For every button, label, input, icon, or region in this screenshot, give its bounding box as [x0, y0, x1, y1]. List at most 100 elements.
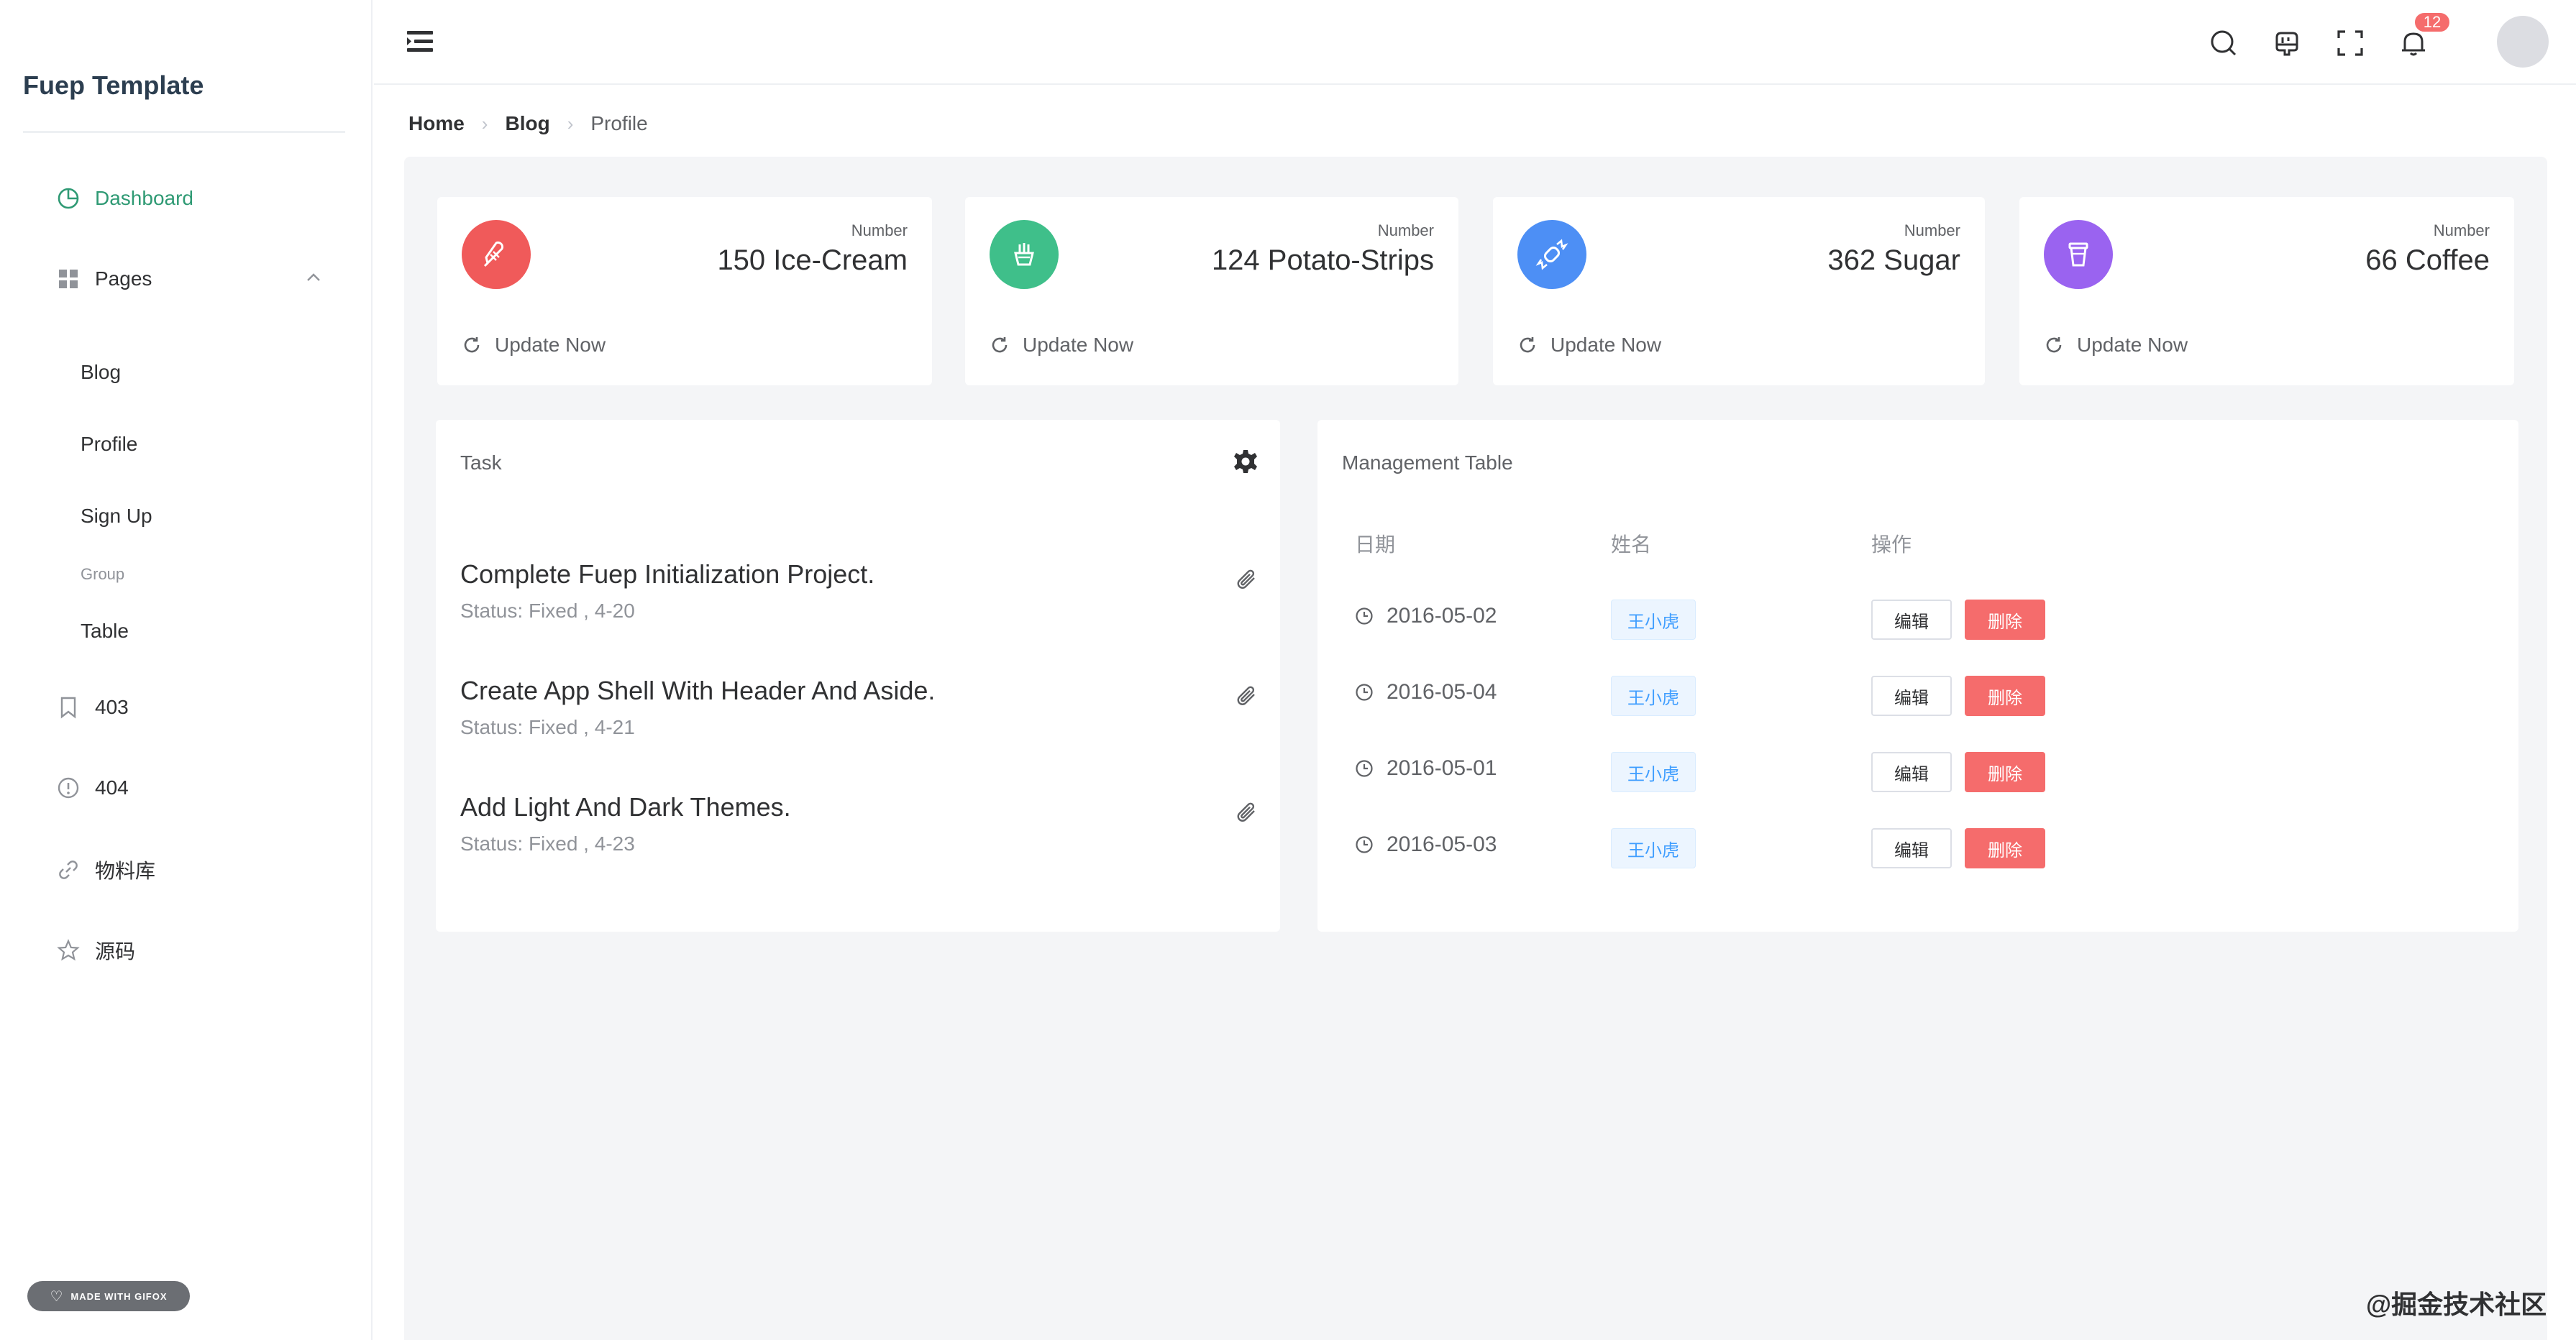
grid-icon — [56, 267, 81, 291]
edit-button[interactable]: 编辑 — [1871, 828, 1952, 868]
clock-icon — [1356, 607, 1373, 625]
avatar[interactable] — [2497, 16, 2549, 68]
table-card-title: Management Table — [1342, 451, 1513, 474]
table-row: 2016-05-02 王小虎 编辑 删除 — [1317, 585, 2518, 661]
sidebar-item-label: Pages — [95, 267, 152, 290]
sidebar-item-profile[interactable]: Profile — [81, 433, 137, 456]
sidebar-item-pages[interactable]: Pages — [56, 257, 152, 300]
gifox-label: MADE WITH GIFOX — [70, 1290, 168, 1302]
bookmark-icon — [56, 695, 81, 720]
name-tag: 王小虎 — [1611, 752, 1696, 792]
update-now-link[interactable]: Update Now — [1517, 334, 1661, 357]
refresh-icon — [464, 337, 480, 353]
date-value: 2016-05-01 — [1387, 756, 1497, 780]
refresh-icon — [1520, 337, 1535, 353]
chevron-right-icon: › — [481, 112, 488, 134]
sidebar-item-label: Dashboard — [95, 187, 193, 209]
stat-value: 362 Sugar — [1827, 244, 1960, 276]
update-now-label: Update Now — [495, 334, 606, 356]
stat-value: 66 Coffee — [2365, 244, 2490, 276]
breadcrumb: Home › Blog › Profile — [408, 112, 648, 135]
update-now-link[interactable]: Update Now — [2044, 334, 2188, 357]
link-icon — [56, 858, 81, 882]
update-now-label: Update Now — [1550, 334, 1662, 356]
edit-button[interactable]: 编辑 — [1871, 676, 1952, 716]
sidebar-item-dashboard[interactable]: Dashboard — [56, 177, 193, 220]
stat-card: Number 66 Coffee Update Now — [2019, 197, 2514, 385]
paperclip-icon[interactable] — [1234, 568, 1259, 596]
date-cell: 2016-05-01 — [1355, 756, 1497, 781]
clock-icon — [1356, 836, 1373, 853]
breadcrumb-home[interactable]: Home — [408, 112, 465, 135]
paperclip-icon[interactable] — [1234, 684, 1259, 712]
search-icon[interactable] — [2208, 27, 2239, 59]
task-card: Task Complete Fuep Initialization Projec… — [436, 420, 1280, 932]
name-tag: 王小虎 — [1611, 676, 1696, 716]
task-title: Create App Shell With Header And Aside. — [460, 676, 936, 705]
gifox-badge: ♡ MADE WITH GIFOX — [27, 1281, 190, 1311]
main-content: Number 150 Ice-Cream Update Now Number 1… — [404, 157, 2547, 1340]
cup-icon — [2044, 220, 2113, 289]
chevron-up-icon[interactable] — [305, 272, 322, 287]
sidebar-item-materials[interactable]: 物料库 — [56, 848, 155, 891]
task-status: Status: Fixed , 4-21 — [460, 716, 635, 738]
edit-button[interactable]: 编辑 — [1871, 600, 1952, 640]
delete-button[interactable]: 删除 — [1965, 752, 2045, 792]
chevron-right-icon: › — [567, 112, 574, 134]
gear-icon[interactable] — [1233, 449, 1259, 478]
brand-title: Fuep Template — [23, 70, 204, 100]
stat-card: Number 362 Sugar Update Now — [1493, 197, 1985, 385]
fries-icon — [990, 220, 1059, 289]
update-now-link[interactable]: Update Now — [990, 334, 1133, 357]
sidebar-item-signup[interactable]: Sign Up — [81, 505, 152, 528]
top-header: 12 — [374, 0, 2576, 85]
stat-card: Number 150 Ice-Cream Update Now — [437, 197, 932, 385]
task-status: Status: Fixed , 4-20 — [460, 600, 635, 622]
stat-value: 150 Ice-Cream — [717, 244, 908, 276]
clock-icon — [1356, 760, 1373, 777]
sidebar-item-label: 404 — [95, 776, 129, 799]
update-now-link[interactable]: Update Now — [462, 334, 606, 357]
sidebar-item-403[interactable]: 403 — [56, 686, 129, 729]
task-title: Add Light And Dark Themes. — [460, 792, 791, 822]
task-card-title: Task — [460, 451, 502, 474]
sidebar-item-label: 源码 — [95, 940, 136, 963]
sidebar-item-404[interactable]: 404 — [56, 766, 129, 809]
date-cell: 2016-05-04 — [1355, 680, 1497, 705]
heart-icon: ♡ — [50, 1288, 64, 1305]
edit-button[interactable]: 编辑 — [1871, 752, 1952, 792]
breadcrumb-blog[interactable]: Blog — [505, 112, 549, 135]
delete-button[interactable]: 删除 — [1965, 676, 2045, 716]
group-title: Group — [81, 565, 125, 583]
stat-card: Number 124 Potato-Strips Update Now — [965, 197, 1458, 385]
stat-label: Number — [851, 221, 908, 239]
sidebar-item-table[interactable]: Table — [81, 620, 129, 643]
update-now-label: Update Now — [2077, 334, 2188, 356]
sidebar-item-label: 403 — [95, 696, 129, 718]
sidebar-item-source[interactable]: 源码 — [56, 929, 135, 972]
delete-button[interactable]: 删除 — [1965, 600, 2045, 640]
refresh-icon — [2046, 337, 2062, 353]
column-header-date: 日期 — [1355, 533, 1396, 556]
collapse-menu-icon[interactable] — [406, 29, 434, 58]
brand-divider — [23, 131, 345, 133]
sidebar: Fuep Template Dashboard Pages Blog Profi… — [0, 0, 373, 1340]
refresh-icon — [992, 337, 1008, 353]
stat-label: Number — [2433, 221, 2490, 239]
task-item: Add Light And Dark Themes. Status: Fixed… — [460, 792, 1259, 855]
date-value: 2016-05-04 — [1387, 680, 1497, 704]
sidebar-item-blog[interactable]: Blog — [81, 361, 121, 384]
update-now-label: Update Now — [1023, 334, 1134, 356]
table-row: 2016-05-04 王小虎 编辑 删除 — [1317, 661, 2518, 738]
theme-icon[interactable] — [2271, 27, 2303, 59]
task-status: Status: Fixed , 4-23 — [460, 832, 635, 855]
paperclip-icon[interactable] — [1234, 801, 1259, 829]
date-cell: 2016-05-03 — [1355, 832, 1497, 857]
delete-button[interactable]: 删除 — [1965, 828, 2045, 868]
fullscreen-icon[interactable] — [2334, 27, 2366, 59]
name-tag: 王小虎 — [1611, 600, 1696, 640]
stat-value: 124 Potato-Strips — [1211, 244, 1434, 276]
info-circle-icon — [56, 776, 81, 800]
task-item: Create App Shell With Header And Aside. … — [460, 676, 1259, 739]
date-cell: 2016-05-02 — [1355, 604, 1497, 628]
